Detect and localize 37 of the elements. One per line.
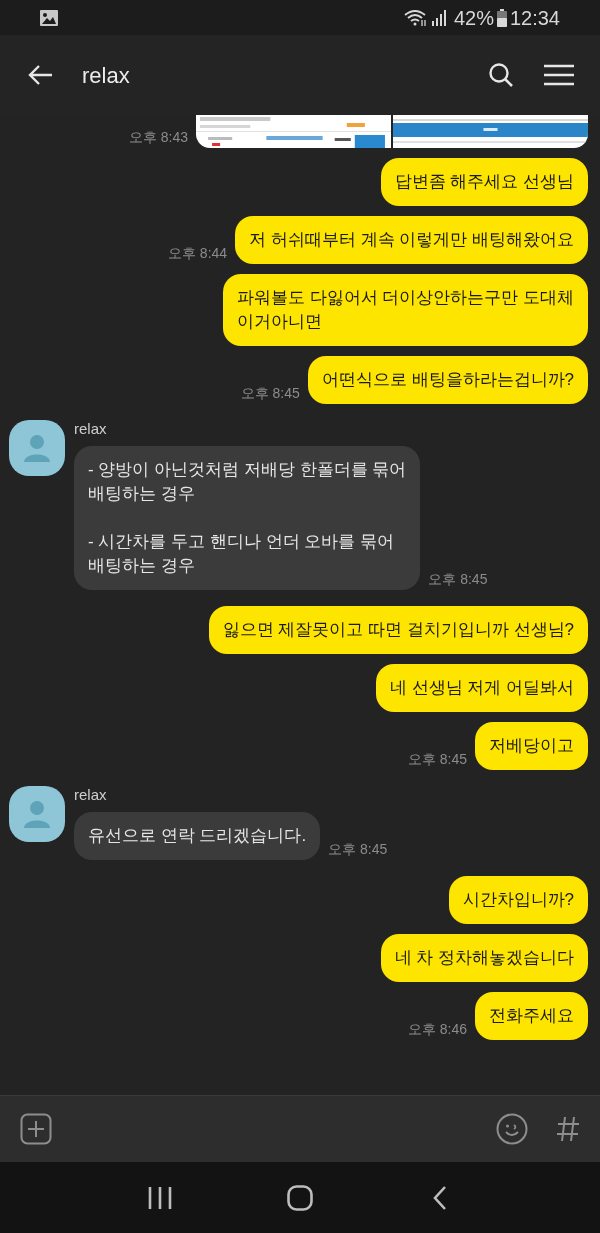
message-bubble: 네 차 정차해놓겠습니다 xyxy=(380,934,588,982)
three-bars-icon xyxy=(147,1185,173,1210)
message-bubble: 잃으면 제잘못이고 따면 걸치기입니까 선생님? xyxy=(208,606,588,654)
add-button[interactable] xyxy=(20,1113,52,1145)
image-icon xyxy=(40,9,58,26)
message-time: 오후 8:45 xyxy=(240,386,300,400)
battery-percent: 42% xyxy=(453,7,494,28)
message-bubble: - 양방이 아닌것처럼 저배당 한폴더를 묶어 배팅하는 경우 - 시간차를 두고 핸디나 언더 오바를 묶어 배팅하는 경우 xyxy=(74,446,421,590)
message-time: 오후 8:43 xyxy=(128,130,188,144)
message-bubble: 유선으로 연락 드리겠습니다. xyxy=(74,812,321,860)
message-bubble: 전화주세요 xyxy=(475,992,588,1040)
message-bubble: 저베당이고 xyxy=(475,722,588,770)
battery-icon xyxy=(496,8,507,27)
message-bubble: 답변좀 해주세요 선생님 xyxy=(380,158,588,206)
sender-name: relax xyxy=(74,786,108,804)
person-icon xyxy=(24,434,50,462)
rounded-square-icon xyxy=(287,1184,313,1211)
message-bubble: 저 허쉬때부터 계속 이렇게만 배팅해왔어요 xyxy=(235,216,588,264)
sender-name: relax xyxy=(74,420,108,438)
chevron-left-icon xyxy=(432,1184,448,1211)
chat-title: relax xyxy=(82,61,130,90)
message-time: 오후 8:44 xyxy=(167,246,228,260)
clock: 12:34 xyxy=(509,7,560,28)
message-bubble: 어떤식으로 배팅을하라는겁니까? xyxy=(307,356,588,404)
signal-icon xyxy=(431,9,448,26)
message-time: 오후 8:45 xyxy=(328,842,388,856)
message-bubble: 시간차입니까? xyxy=(448,876,588,924)
message-time: 오후 8:45 xyxy=(428,572,488,586)
hash-icon[interactable] xyxy=(556,1115,580,1143)
person-icon xyxy=(24,800,50,828)
message-bubble: 네 선생님 저게 어딜봐서 xyxy=(375,664,588,712)
message-bubble: 파워볼도 다잃어서 더이상안하는구만 도대체 이거아니면 xyxy=(222,274,588,346)
message-time: 오후 8:45 xyxy=(407,752,467,766)
home-button[interactable] xyxy=(285,1182,315,1213)
wifi-icon xyxy=(403,8,428,27)
emoji-button[interactable] xyxy=(496,1113,528,1145)
message-time: 오후 8:46 xyxy=(407,1022,467,1036)
